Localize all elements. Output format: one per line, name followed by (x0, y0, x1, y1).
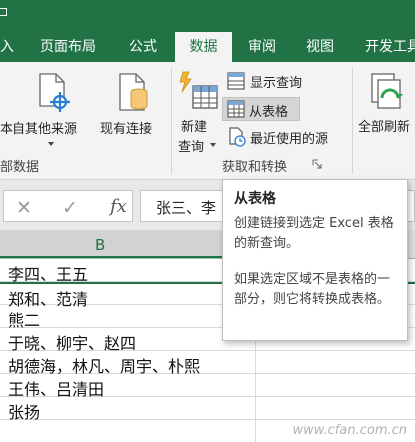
ribbon-tabs: 入 页面布局 公式 数据 审阅 视图 开发工具 (0, 32, 415, 62)
show-queries-icon (227, 72, 245, 90)
tab-formulas[interactable]: 公式 (129, 32, 157, 62)
new-query-label-2: 查询 (178, 140, 205, 155)
show-queries-button[interactable]: 显示查询 (224, 70, 314, 92)
tooltip-note: 如果选定区域不是表格的一部分，则它将转换成表格。 (234, 272, 391, 307)
dialog-launcher-icon[interactable] (312, 159, 322, 169)
refresh-icon (371, 73, 403, 109)
ribbon: 本 自其他来源 现有连接 新建 查询 显示查询 从表格 最近使用的源 全部刷新 … (0, 62, 415, 180)
new-query-label-1: 新建 (181, 120, 208, 135)
window-icon (0, 8, 7, 16)
existing-connections-button[interactable]: 现有连接 (96, 66, 166, 150)
from-table-label: 从表格 (249, 105, 289, 120)
tab-insert[interactable]: 入 (0, 32, 16, 62)
refresh-all-label: 全部刷新 (358, 120, 411, 135)
recent-sources-button[interactable]: 最近使用的源 (224, 126, 346, 148)
tab-data[interactable]: 数据 (175, 32, 232, 62)
tab-review[interactable]: 审阅 (248, 32, 276, 62)
chevron-down-icon (210, 143, 216, 147)
ribbon-separator (352, 68, 353, 174)
group-label-get-transform: 获取和转换 (222, 160, 288, 175)
new-query-button[interactable]: 新建 查询 (175, 66, 221, 155)
show-queries-label: 显示查询 (250, 76, 303, 91)
tab-page-layout[interactable]: 页面布局 (40, 32, 96, 62)
table-row[interactable]: 张扬 (0, 397, 415, 422)
tooltip-title: 从表格 (234, 191, 276, 207)
new-query-icon (179, 71, 218, 109)
watermark: www.cfan.com.cn (292, 423, 407, 438)
recent-sources-label: 最近使用的源 (250, 132, 329, 147)
formula-controls: ✕ ✓ fx (3, 190, 133, 222)
from-table-icon (227, 100, 245, 118)
tab-developer[interactable]: 开发工具 (365, 32, 415, 62)
from-other-sources-icon (39, 73, 70, 112)
enter-icon[interactable]: ✓ (62, 197, 78, 219)
tooltip-description: 创建链接到选定 Excel 表格的新查询。 (234, 216, 394, 251)
refresh-all-button[interactable]: 全部刷新 (356, 66, 415, 150)
formula-content: 张三、李 (156, 199, 217, 217)
table-row[interactable]: 王伟、吕清田 (0, 374, 415, 399)
chevron-down-icon (48, 142, 54, 146)
column-letter: B (95, 236, 106, 254)
existing-connections-label: 现有连接 (100, 122, 153, 137)
column-header-b[interactable]: B (0, 230, 255, 258)
from-other-sources-label: 自其他来源 (12, 122, 78, 137)
group-label-external-data: 部数据 (0, 160, 40, 175)
from-other-sources-button[interactable]: 本 自其他来源 (0, 66, 90, 150)
existing-connections-icon (119, 73, 148, 111)
ribbon-separator (171, 68, 172, 174)
from-table-tooltip: 从表格 创建链接到选定 Excel 表格的新查询。 如果选定区域不是表格的一部分… (222, 179, 408, 341)
title-bar (0, 0, 415, 32)
table-row[interactable]: 胡德海，林凡、周宇、朴熙 (0, 351, 415, 376)
recent-sources-icon (229, 127, 246, 147)
from-table-button[interactable]: 从表格 (222, 97, 300, 121)
cancel-icon[interactable]: ✕ (16, 197, 32, 219)
tab-view[interactable]: 视图 (306, 32, 334, 62)
insert-function-icon[interactable]: fx (110, 196, 127, 217)
